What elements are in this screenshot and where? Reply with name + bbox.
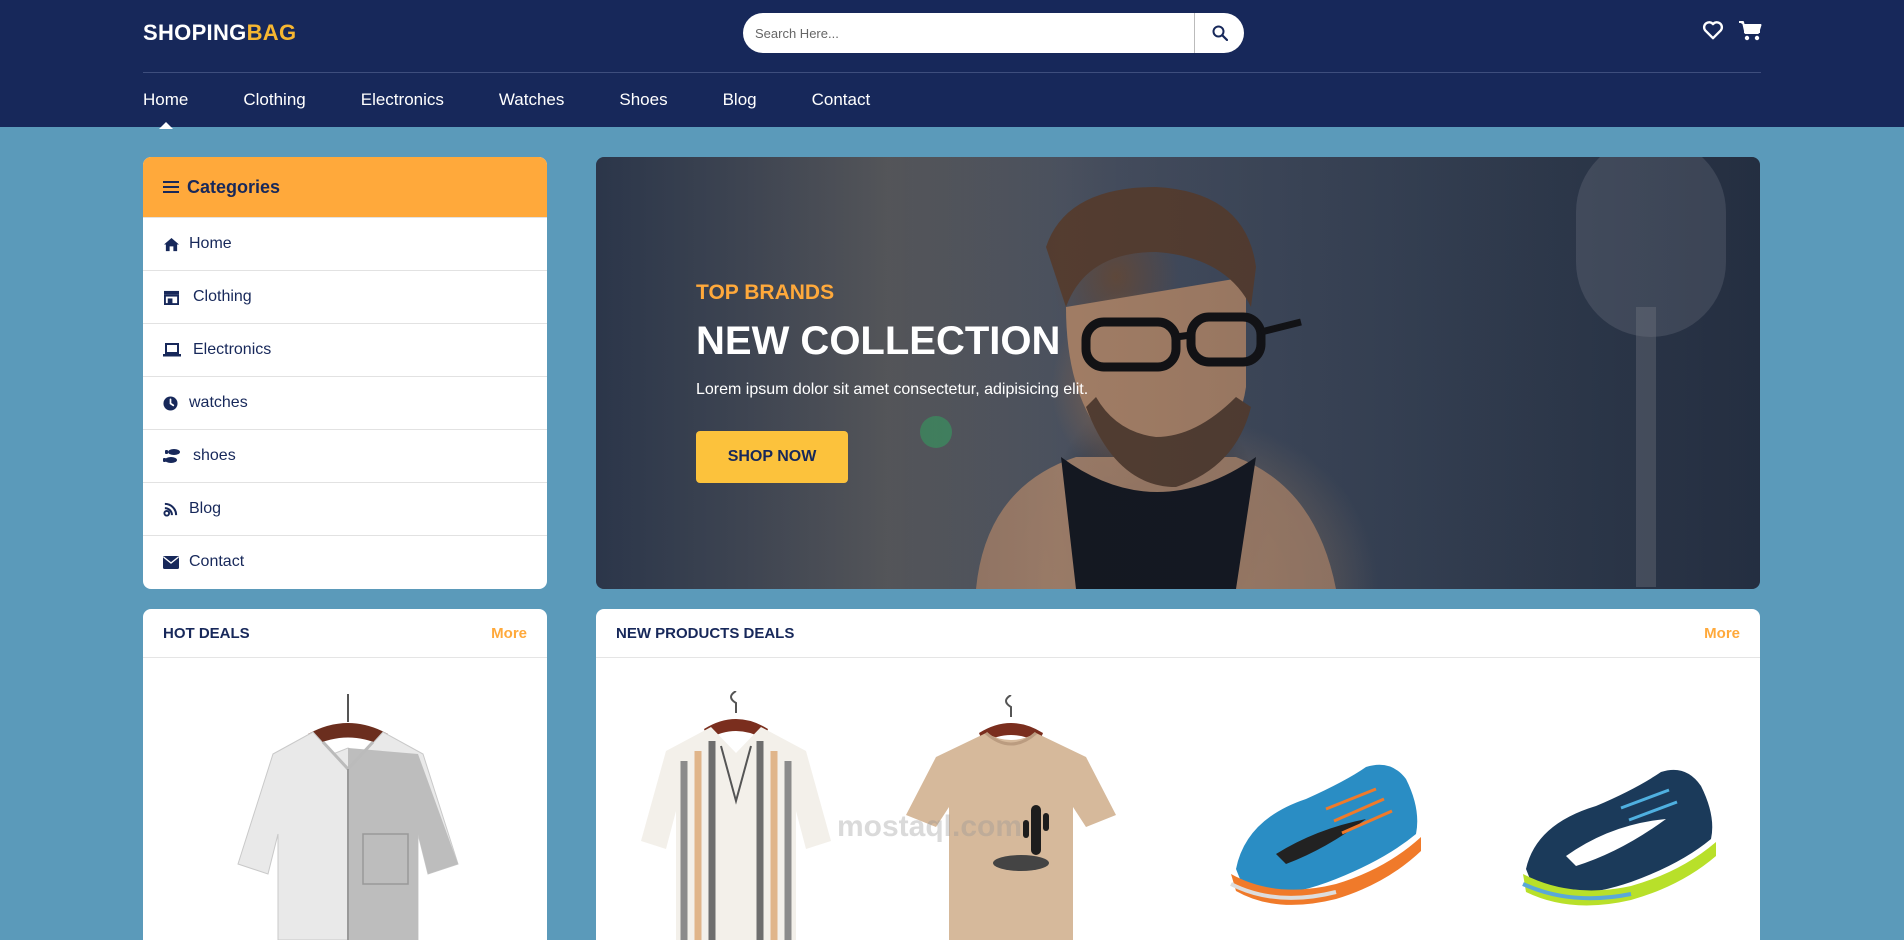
clock-icon: [163, 395, 178, 411]
heart-icon[interactable]: [1702, 20, 1724, 40]
logo[interactable]: SHOPINGBAG: [143, 20, 296, 46]
category-label: Contact: [189, 553, 245, 570]
search-button[interactable]: [1194, 13, 1244, 53]
hero-title: NEW COLLECTION: [696, 319, 1061, 363]
logo-text-shoping: SHOPING: [143, 20, 247, 45]
nav-item-blog[interactable]: Blog: [723, 90, 757, 110]
category-item-shoes[interactable]: shoes: [143, 429, 547, 482]
hero-kicker: TOP BRANDS: [696, 281, 835, 304]
home-icon: [164, 237, 179, 251]
category-label: Clothing: [193, 288, 252, 305]
cart-icon[interactable]: [1738, 20, 1762, 42]
nav-item-clothing[interactable]: Clothing: [243, 90, 305, 110]
new-products-panel: NEW PRODUCTS DEALS More: [596, 609, 1760, 940]
store-icon: [164, 290, 179, 305]
product-image-navy-sneaker[interactable]: [1511, 764, 1721, 914]
nav-item-shoes[interactable]: Shoes: [619, 90, 667, 110]
hot-deals-title: HOT DEALS: [163, 624, 250, 642]
shoe-prints-icon: [163, 449, 180, 463]
header-divider: [143, 72, 1761, 73]
nav-item-electronics[interactable]: Electronics: [361, 90, 444, 110]
product-image-blue-sneaker[interactable]: [1216, 759, 1426, 909]
hero-text: Lorem ipsum dolor sit amet consectetur, …: [696, 381, 1089, 398]
category-item-home[interactable]: Home: [143, 217, 547, 270]
category-label: watches: [189, 394, 248, 411]
hero-overlay: [596, 157, 1760, 589]
new-products-more-link[interactable]: More: [1704, 625, 1740, 642]
hot-deals-panel: HOT DEALS More: [143, 609, 547, 940]
category-item-electronics[interactable]: Electronics: [143, 323, 547, 376]
shop-now-button[interactable]: SHOP NOW: [696, 431, 848, 483]
new-products-title: NEW PRODUCTS DEALS: [616, 624, 795, 642]
categories-panel: Categories Home Clothing Electronics wat…: [143, 157, 547, 589]
category-item-watches[interactable]: watches: [143, 376, 547, 429]
search-input[interactable]: [743, 13, 1194, 53]
main-nav: Home Clothing Electronics Watches Shoes …: [143, 90, 925, 129]
logo-text-bag: BAG: [246, 20, 297, 45]
blog-icon: [163, 502, 178, 517]
laptop-icon: [163, 343, 181, 357]
category-label: Electronics: [193, 341, 272, 358]
header-icons: [1702, 20, 1762, 42]
search-icon: [1212, 25, 1228, 41]
product-image-white-shirt[interactable]: [213, 694, 483, 940]
new-products-header: NEW PRODUCTS DEALS More: [596, 609, 1760, 658]
nav-item-home[interactable]: Home: [143, 90, 188, 129]
watermark: mostaql.com: [837, 810, 1023, 843]
category-label: Blog: [189, 500, 222, 517]
categories-header[interactable]: Categories: [143, 157, 547, 217]
bars-icon: [163, 181, 179, 193]
category-item-blog[interactable]: Blog: [143, 482, 547, 535]
hot-deals-header: HOT DEALS More: [143, 609, 547, 658]
nav-item-contact[interactable]: Contact: [812, 90, 871, 110]
categories-title: Categories: [187, 176, 281, 197]
nav-item-watches[interactable]: Watches: [499, 90, 565, 110]
search-bar: [743, 13, 1244, 53]
hot-deals-more-link[interactable]: More: [491, 625, 527, 642]
category-label: shoes: [193, 447, 236, 464]
hero-banner: TOP BRANDS NEW COLLECTION Lorem ipsum do…: [596, 157, 1760, 589]
product-image-striped-shirt[interactable]: [626, 691, 846, 940]
site-header: SHOPINGBAG Home Clothing Electronics Wat…: [0, 0, 1904, 129]
category-label: Home: [189, 235, 232, 252]
category-item-contact[interactable]: Contact: [143, 535, 547, 588]
envelope-icon: [163, 555, 179, 569]
category-item-clothing[interactable]: Clothing: [143, 270, 547, 323]
